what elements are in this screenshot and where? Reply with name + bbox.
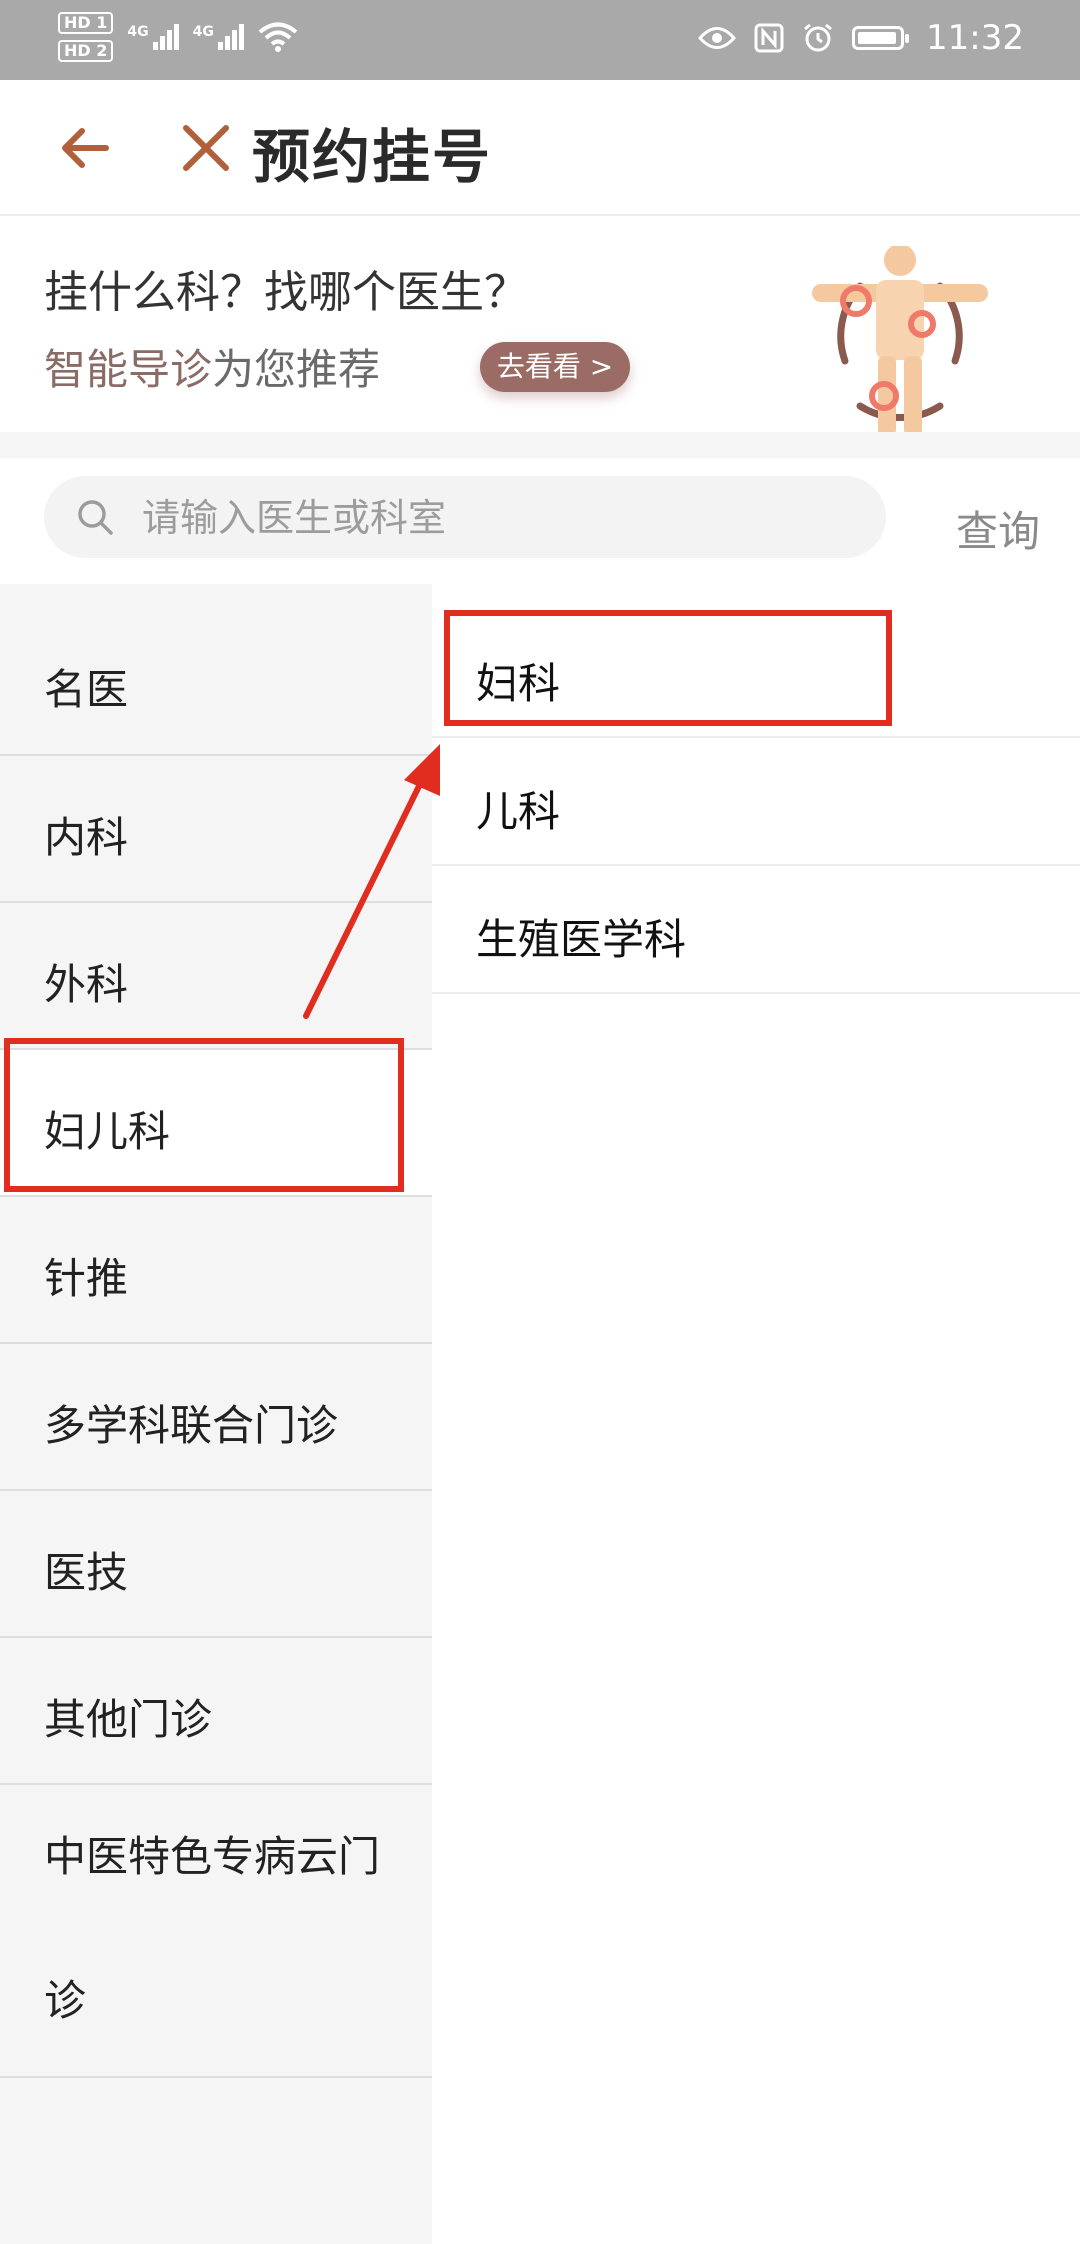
hd-indicators: HD 1 HD 2	[58, 12, 114, 62]
subdepartment-label: 生殖医学科	[476, 915, 687, 964]
subdepartment-label: 儿科	[476, 787, 561, 836]
category-item[interactable]: 多学科联合门诊	[0, 1344, 432, 1491]
page-title: 预约挂号	[252, 123, 493, 191]
status-right: 11:32	[698, 18, 1024, 58]
banner-sub-highlight: 智能导诊	[44, 345, 213, 394]
category-item[interactable]: 其他门诊	[0, 1638, 432, 1785]
search-bar: 查询	[0, 458, 1080, 584]
eye-icon	[698, 27, 737, 49]
subdepartment-item[interactable]: 儿科	[432, 738, 1080, 866]
category-label: 妇儿科	[44, 1107, 171, 1156]
category-label: 内科	[44, 813, 129, 862]
category-label: 外科	[44, 960, 129, 1009]
net1-label: 4G	[127, 24, 149, 40]
search-icon	[78, 500, 113, 535]
nav-bar: 预约挂号	[0, 80, 1080, 216]
alarm-icon	[804, 23, 832, 52]
banner-sub-rest: 为您推荐	[212, 345, 381, 394]
hd1-badge: HD 1	[58, 12, 114, 34]
category-label: 医技	[44, 1548, 129, 1597]
arrow-left-icon[interactable]	[56, 120, 112, 176]
battery-icon	[852, 26, 910, 50]
net2-label: 4G	[192, 24, 214, 40]
signal-2-icon: 4G	[193, 24, 244, 50]
subdepartment-item[interactable]: 妇科	[432, 610, 1080, 738]
category-item[interactable]: 针推	[0, 1197, 432, 1344]
wifi-icon	[258, 22, 298, 52]
query-button[interactable]: 查询	[956, 498, 1040, 559]
subdepartment-list: 妇科 儿科 生殖医学科	[432, 584, 1080, 2244]
category-label: 针推	[44, 1254, 129, 1303]
status-left: HD 1 HD 2 4G 4G	[58, 12, 298, 62]
status-time: 11:32	[926, 18, 1024, 58]
banner-question: 挂什么科？找哪个医生？	[44, 267, 528, 318]
subdepartment-label: 妇科	[476, 659, 561, 708]
category-item[interactable]: 中医特色专病云门诊	[0, 1785, 432, 2078]
category-label: 名医	[44, 665, 129, 714]
body-illustration-icon	[812, 246, 988, 436]
category-item[interactable]: 医技	[0, 1491, 432, 1638]
go-see-button[interactable]: 去看看 >	[480, 342, 630, 392]
category-label: 其他门诊	[44, 1695, 213, 1744]
category-label: 中医特色专病云门诊	[44, 1832, 381, 2025]
category-item[interactable]: 名医	[0, 584, 432, 756]
status-bar: HD 1 HD 2 4G 4G 11:32	[0, 0, 1080, 80]
close-icon[interactable]	[178, 120, 234, 176]
smart-guide-banner[interactable]: 挂什么科？找哪个医生？ 智能导诊为您推荐 去看看 >	[0, 216, 1080, 436]
search-box[interactable]	[44, 476, 886, 560]
category-item-selected[interactable]: 妇儿科	[0, 1050, 432, 1197]
category-item[interactable]: 内科	[0, 756, 432, 903]
category-sidebar: 名医 内科 外科 妇儿科 针推 多学科联合门诊 医技 其他门诊 中医特色专病云门…	[0, 584, 432, 2244]
category-item[interactable]: 外科	[0, 903, 432, 1050]
hd2-badge: HD 2	[58, 40, 114, 62]
search-input[interactable]	[140, 476, 844, 560]
banner-subtitle: 智能导诊为您推荐	[44, 336, 380, 397]
category-label: 多学科联合门诊	[44, 1401, 339, 1450]
nfc-icon	[754, 23, 784, 53]
signal-1-icon: 4G	[127, 24, 179, 50]
section-divider	[0, 432, 1080, 458]
subdepartment-item[interactable]: 生殖医学科	[432, 866, 1080, 994]
